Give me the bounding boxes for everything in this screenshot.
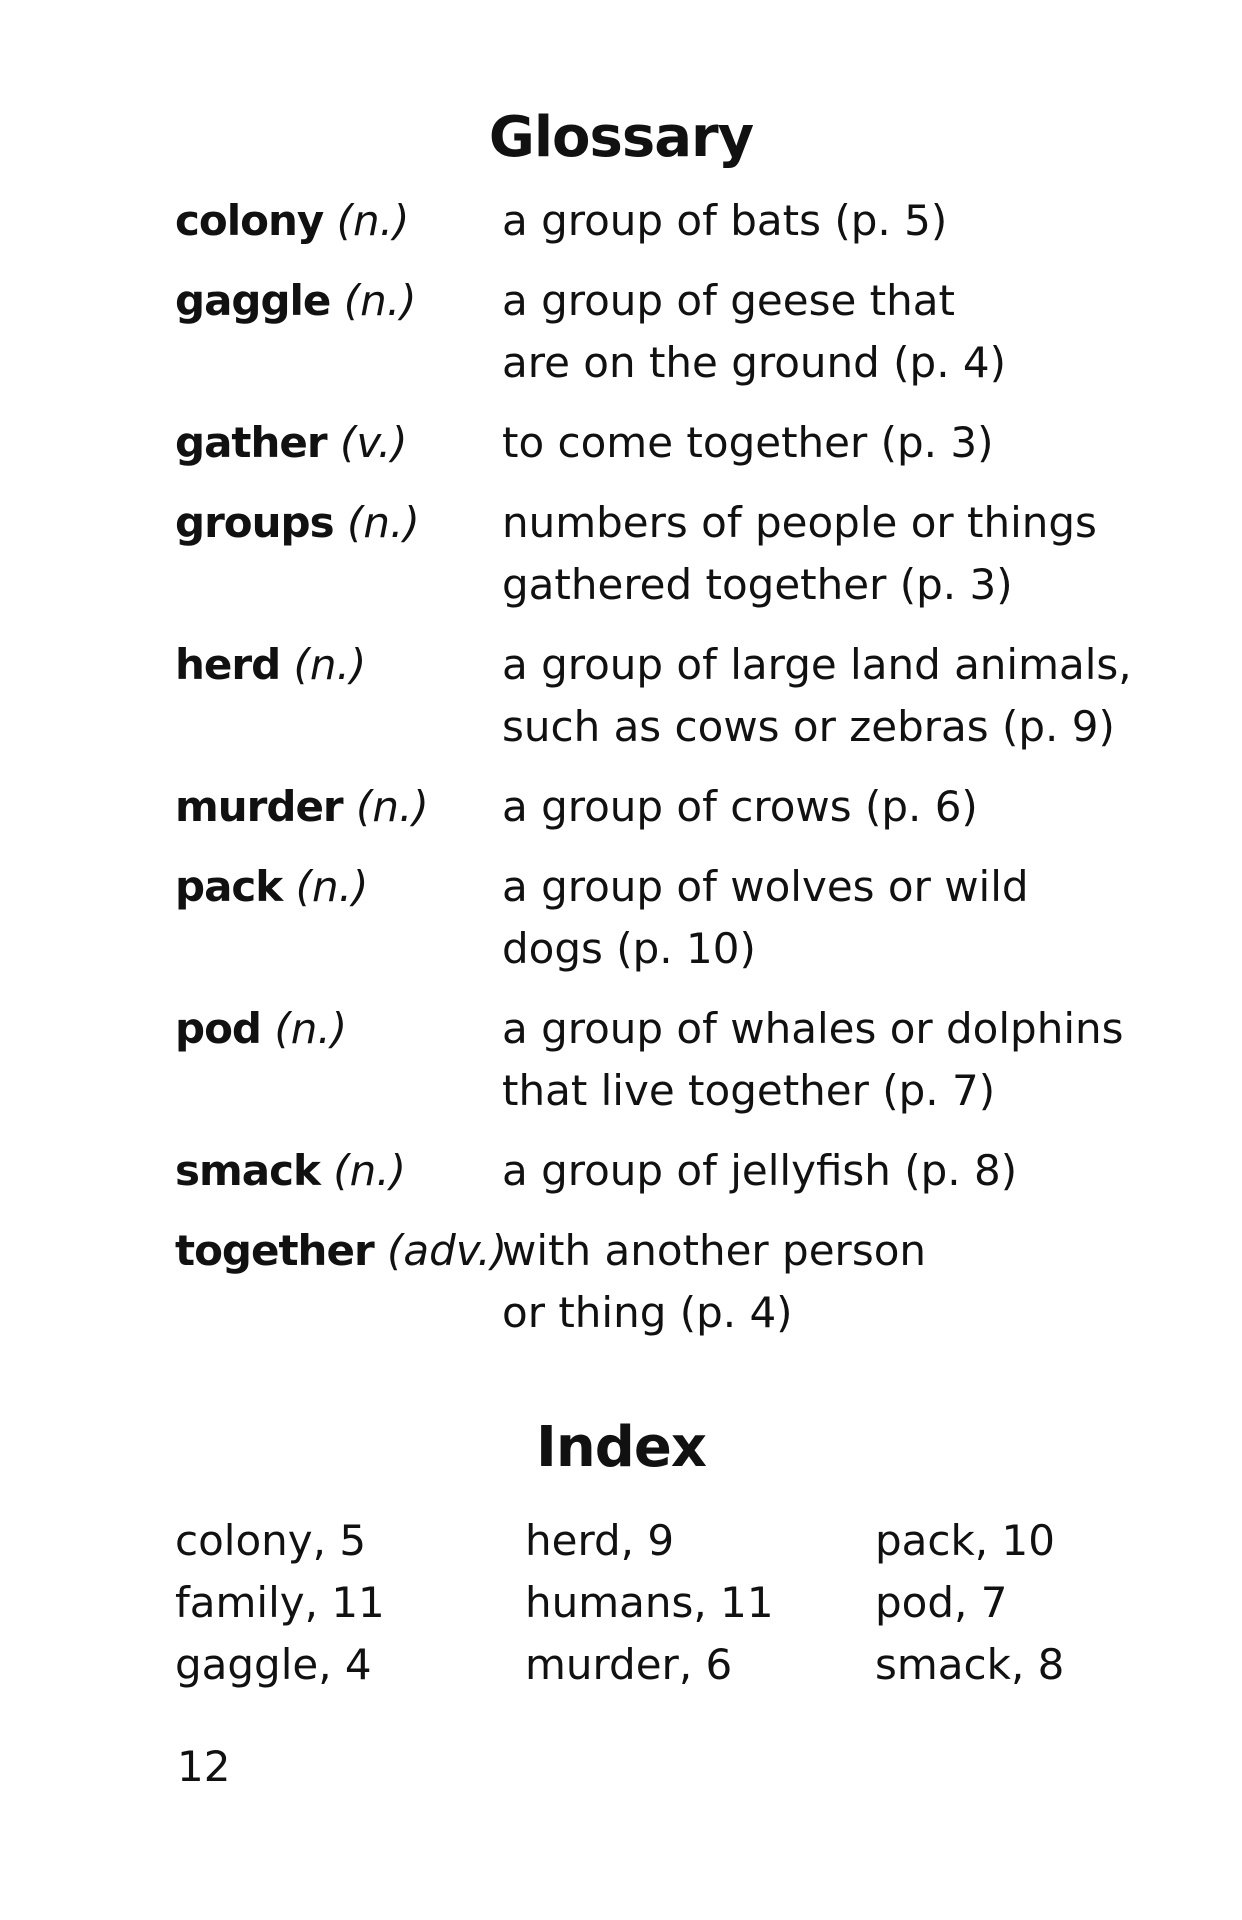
term-word: herd <box>175 640 281 689</box>
definition-line: a group of jellyfish (p. 8) <box>502 1146 1018 1195</box>
glossary-entry-herd: herd (n.) a group of large land animals,… <box>175 634 1195 758</box>
definition-line: to come together (p. 3) <box>502 418 994 467</box>
definition-line: that live together (p. 7) <box>502 1066 996 1115</box>
glossary-definition: a group of large land animals, such as c… <box>502 634 1182 758</box>
definition-line: or thing (p. 4) <box>502 1288 793 1337</box>
part-of-speech: (adv.) <box>387 1226 507 1275</box>
definition-line: dogs (p. 10) <box>502 924 756 973</box>
glossary-term: pack (n.) <box>175 856 502 918</box>
term-word: groups <box>175 498 335 547</box>
part-of-speech: (n.) <box>356 782 429 831</box>
definition-line: a group of geese that <box>502 276 955 325</box>
glossary-entry-gather: gather (v.) to come together (p. 3) <box>175 412 1195 474</box>
index-list: colony, 5 family, 11 gaggle, 4 herd, 9 h… <box>175 1510 1175 1710</box>
index-column: colony, 5 family, 11 gaggle, 4 <box>175 1510 385 1696</box>
term-word: colony <box>175 196 324 245</box>
glossary-term: together (adv.) <box>175 1220 507 1282</box>
glossary-definition: a group of wolves or wild dogs (p. 10) <box>502 856 1182 980</box>
index-item: humans, 11 <box>525 1578 774 1627</box>
definition-line: a group of wolves or wild <box>502 862 1029 911</box>
definition-line: with another person <box>502 1226 927 1275</box>
glossary-term: gather (v.) <box>175 412 502 474</box>
glossary-term: groups (n.) <box>175 492 502 554</box>
definition-line: are on the ground (p. 4) <box>502 338 1007 387</box>
glossary-definition: a group of whales or dolphins that live … <box>502 998 1182 1122</box>
glossary-title: Glossary <box>488 105 754 170</box>
definition-line: gathered together (p. 3) <box>502 560 1013 609</box>
glossary-definition: numbers of people or things gathered tog… <box>502 492 1182 616</box>
term-word: together <box>175 1226 375 1275</box>
glossary-definition: a group of bats (p. 5) <box>502 190 1182 252</box>
glossary-definition: with another person or thing (p. 4) <box>502 1220 1182 1344</box>
index-title: Index <box>536 1415 707 1480</box>
glossary-term: smack (n.) <box>175 1140 502 1202</box>
index-item: smack, 8 <box>875 1640 1065 1689</box>
definition-line: numbers of people or things <box>502 498 1097 547</box>
part-of-speech: (n.) <box>333 1146 407 1195</box>
glossary-definition: a group of geese that are on the ground … <box>502 270 1182 394</box>
definition-line: a group of crows (p. 6) <box>502 782 978 831</box>
page-number: 12 <box>177 1742 231 1791</box>
term-word: murder <box>175 782 344 831</box>
part-of-speech: (n.) <box>274 1004 348 1053</box>
index-item: herd, 9 <box>525 1516 675 1565</box>
index-item: colony, 5 <box>175 1516 367 1565</box>
glossary-definition: a group of jellyfish (p. 8) <box>502 1140 1182 1202</box>
definition-line: a group of large land animals, <box>502 640 1132 689</box>
glossary-term: herd (n.) <box>175 634 502 696</box>
term-word: pack <box>175 862 283 911</box>
book-page: Glossary colony (n.) a group of bats (p.… <box>0 0 1242 1920</box>
term-word: gather <box>175 418 328 467</box>
part-of-speech: (n.) <box>293 640 367 689</box>
glossary-entry-gaggle: gaggle (n.) a group of geese that are on… <box>175 270 1195 394</box>
glossary-entry-pack: pack (n.) a group of wolves or wild dogs… <box>175 856 1195 980</box>
glossary-term: murder (n.) <box>175 776 502 838</box>
glossary-entry-smack: smack (n.) a group of jellyfish (p. 8) <box>175 1140 1195 1202</box>
term-word: smack <box>175 1146 321 1195</box>
index-item: gaggle, 4 <box>175 1640 372 1689</box>
term-word: pod <box>175 1004 262 1053</box>
index-item: pod, 7 <box>875 1578 1008 1627</box>
glossary-entry-pod: pod (n.) a group of whales or dolphins t… <box>175 998 1195 1122</box>
part-of-speech: (n.) <box>346 498 420 547</box>
index-item: murder, 6 <box>525 1640 733 1689</box>
glossary-definition: a group of crows (p. 6) <box>502 776 1182 838</box>
index-column: herd, 9 humans, 11 murder, 6 <box>525 1510 774 1696</box>
definition-line: such as cows or zebras (p. 9) <box>502 702 1115 751</box>
glossary-term: pod (n.) <box>175 998 502 1060</box>
part-of-speech: (v.) <box>339 418 408 467</box>
part-of-speech: (n.) <box>343 276 417 325</box>
index-item: family, 11 <box>175 1578 385 1627</box>
index-item: pack, 10 <box>875 1516 1055 1565</box>
definition-line: a group of bats (p. 5) <box>502 196 948 245</box>
glossary-entry-groups: groups (n.) numbers of people or things … <box>175 492 1195 616</box>
part-of-speech: (n.) <box>295 862 369 911</box>
term-word: gaggle <box>175 276 331 325</box>
glossary-term: gaggle (n.) <box>175 270 502 332</box>
glossary-term: colony (n.) <box>175 190 502 252</box>
glossary-entry-colony: colony (n.) a group of bats (p. 5) <box>175 190 1195 252</box>
glossary-list: colony (n.) a group of bats (p. 5) gaggl… <box>175 190 1195 1362</box>
index-column: pack, 10 pod, 7 smack, 8 <box>875 1510 1064 1696</box>
glossary-entry-together: together (adv.) with another person or t… <box>175 1220 1195 1344</box>
glossary-entry-murder: murder (n.) a group of crows (p. 6) <box>175 776 1195 838</box>
definition-line: a group of whales or dolphins <box>502 1004 1124 1053</box>
glossary-definition: to come together (p. 3) <box>502 412 1182 474</box>
part-of-speech: (n.) <box>336 196 410 245</box>
